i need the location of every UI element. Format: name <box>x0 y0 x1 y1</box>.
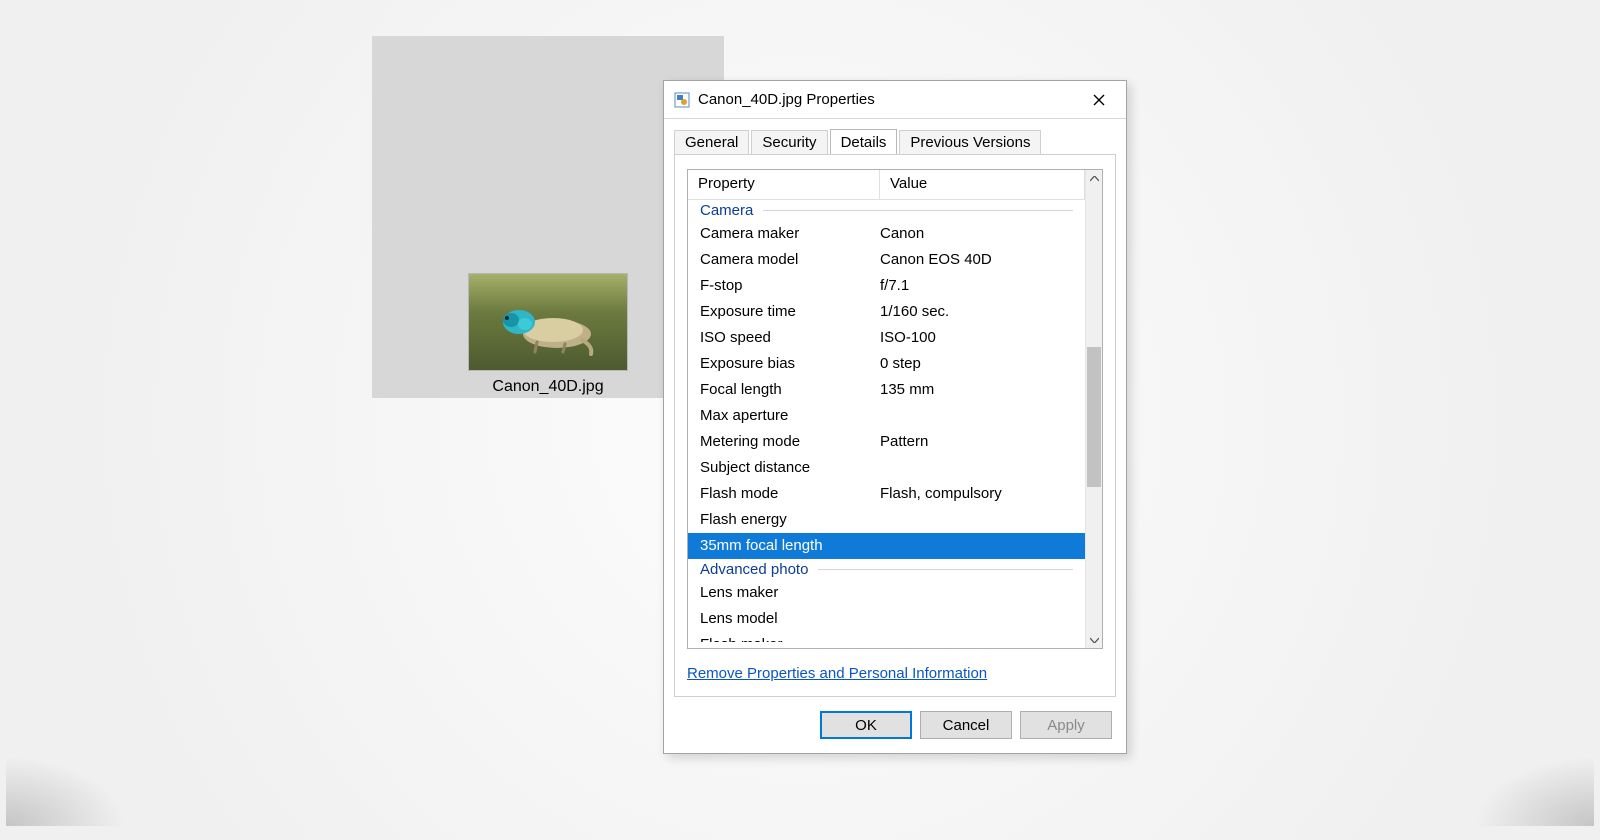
section-camera: Camera <box>688 200 1085 221</box>
row-max-aperture[interactable]: Max aperture <box>688 403 1085 429</box>
page-corner-shadow-right <box>1474 756 1594 826</box>
tab-security[interactable]: Security <box>751 130 827 155</box>
column-property[interactable]: Property <box>688 170 880 199</box>
row-subject-distance[interactable]: Subject distance <box>688 455 1085 481</box>
scroll-thumb[interactable] <box>1087 347 1101 487</box>
close-button[interactable] <box>1076 85 1122 115</box>
column-value[interactable]: Value <box>880 170 1085 199</box>
scrollbar[interactable] <box>1085 170 1102 648</box>
row-metering-mode[interactable]: Metering modePattern <box>688 429 1085 455</box>
row-35mm-focal-length[interactable]: 35mm focal length <box>688 533 1085 559</box>
row-camera-maker[interactable]: Camera makerCanon <box>688 221 1085 247</box>
scroll-track[interactable] <box>1086 187 1102 631</box>
tab-details[interactable]: Details <box>830 129 898 154</box>
file-icon <box>674 92 690 108</box>
row-camera-model[interactable]: Camera modelCanon EOS 40D <box>688 247 1085 273</box>
section-advanced-label: Advanced photo <box>700 561 808 578</box>
close-icon <box>1093 94 1105 106</box>
row-iso-speed[interactable]: ISO speedISO-100 <box>688 325 1085 351</box>
cancel-button[interactable]: Cancel <box>920 711 1012 739</box>
scroll-down-button[interactable] <box>1086 631 1102 648</box>
lizard-thumbnail-art <box>487 298 597 358</box>
row-focal-length[interactable]: Focal length135 mm <box>688 377 1085 403</box>
row-flash-energy[interactable]: Flash energy <box>688 507 1085 533</box>
chevron-down-icon <box>1090 637 1099 643</box>
properties-list[interactable]: Property Value Camera Camera makerCanon … <box>687 169 1103 649</box>
tab-previous-versions[interactable]: Previous Versions <box>899 130 1041 155</box>
row-flash-maker[interactable]: Flash maker <box>688 632 1085 644</box>
apply-button[interactable]: Apply <box>1020 711 1112 739</box>
remove-properties-link[interactable]: Remove Properties and Personal Informati… <box>687 665 1103 682</box>
chevron-up-icon <box>1090 176 1099 182</box>
section-camera-label: Camera <box>700 202 753 219</box>
file-thumbnail <box>469 274 627 370</box>
ok-button[interactable]: OK <box>820 711 912 739</box>
scroll-up-button[interactable] <box>1086 170 1102 187</box>
page-corner-shadow-left <box>6 756 126 826</box>
details-tabpanel: Property Value Camera Camera makerCanon … <box>674 154 1116 697</box>
titlebar[interactable]: Canon_40D.jpg Properties <box>664 81 1126 119</box>
tabstrip: General Security Details Previous Versio… <box>664 119 1126 154</box>
row-flash-mode[interactable]: Flash modeFlash, compulsory <box>688 481 1085 507</box>
properties-dialog: Canon_40D.jpg Properties General Securit… <box>663 80 1127 754</box>
dialog-title: Canon_40D.jpg Properties <box>698 91 1076 108</box>
list-rows: Camera Camera makerCanon Camera modelCan… <box>688 200 1085 644</box>
row-exposure-bias[interactable]: Exposure bias0 step <box>688 351 1085 377</box>
tab-general[interactable]: General <box>674 130 749 155</box>
file-name-label: Canon_40D.jpg <box>492 378 603 398</box>
row-exposure-time[interactable]: Exposure time1/160 sec. <box>688 299 1085 325</box>
row-f-stop[interactable]: F-stopf/7.1 <box>688 273 1085 299</box>
row-lens-maker[interactable]: Lens maker <box>688 580 1085 606</box>
section-advanced-photo: Advanced photo <box>688 559 1085 580</box>
row-lens-model[interactable]: Lens model <box>688 606 1085 632</box>
dialog-buttons: OK Cancel Apply <box>664 697 1126 753</box>
list-header: Property Value <box>688 170 1085 200</box>
